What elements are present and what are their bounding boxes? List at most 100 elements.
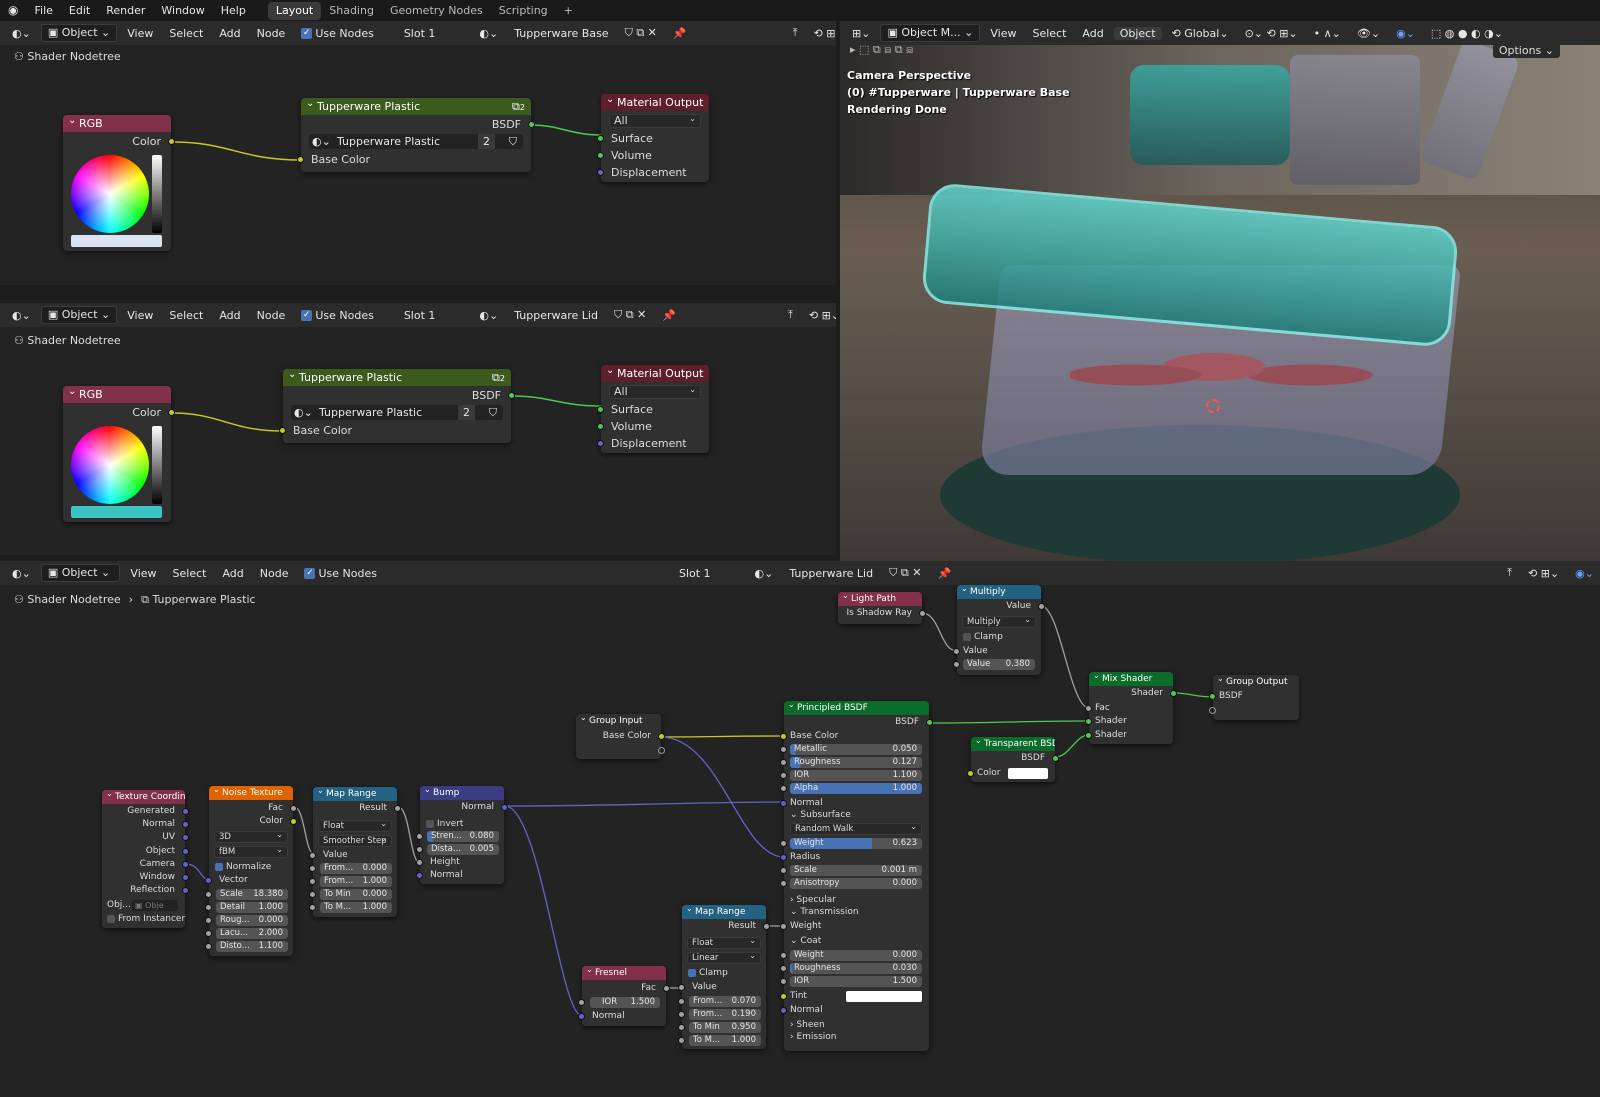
value-socket[interactable] [309,852,316,859]
ior-field[interactable]: IOR 1.100 [790,770,922,781]
principled-bsdf-node[interactable]: Principled BSDF BSDF Base Color Metallic… [780,701,933,1051]
value-output-socket[interactable] [1038,603,1045,610]
fresnel-node[interactable]: Fresnel Fac IOR 1.500 Normal [578,966,670,1026]
subsurface-weight-socket[interactable] [780,840,787,847]
distance-socket[interactable] [416,846,423,853]
from-max-field[interactable]: From... 0.190 [689,1009,761,1020]
coat-weight-socket[interactable] [780,952,787,959]
coat-normal-socket[interactable] [780,1007,787,1014]
fake-user-icon[interactable]: ⛉ ⧉ ✕ [619,26,663,40]
coat-ior-field[interactable]: IOR 1.500 [790,976,922,987]
normalize-row[interactable]: Normalize [209,861,293,874]
map-range-header[interactable]: Map Range [313,787,397,801]
use-nodes-checkbox[interactable]: ✓ Use Nodes [298,567,383,580]
proportional-edit-icon[interactable]: • ∧⌄ [1308,27,1347,40]
value-field-socket[interactable] [953,661,960,668]
fac-socket[interactable] [290,805,297,812]
interpolation-dropdown[interactable]: Smoother Step [318,834,392,847]
value-field[interactable]: Value 0.380 [963,659,1035,670]
snap-icon[interactable]: ⟲ ⊞⌄ [807,27,836,40]
material-output-node[interactable]: Material Output All Surface Volume Displ… [597,94,709,182]
tab-geometry-nodes[interactable]: Geometry Nodes [382,2,491,20]
map-range-header[interactable]: Map Range [682,905,766,919]
base-color-socket[interactable] [780,733,787,740]
subsurface-scale-field[interactable]: Scale 0.001 m [790,865,922,876]
material-output-header[interactable]: Material Output [601,365,709,382]
menu-select[interactable]: Select [163,27,209,40]
from-min-socket[interactable] [309,865,316,872]
slot-dropdown[interactable]: Slot 1 [398,309,442,322]
data-type-dropdown[interactable]: Float [687,936,761,949]
coat-roughness-socket[interactable] [780,965,787,972]
from-min-field[interactable]: From... 0.000 [320,863,392,874]
generated-socket[interactable] [182,808,189,815]
empty-input-socket[interactable] [1209,707,1216,714]
material-icon[interactable]: ◐⌄ [473,27,504,40]
radius-socket[interactable] [780,854,787,861]
material-icon[interactable]: ◐⌄ [749,567,780,580]
fake-user-icon[interactable]: ⛉ ⧉ ✕ [883,566,927,580]
value-input-socket[interactable] [953,648,960,655]
material-name-field[interactable]: Tupperware Base [508,27,614,40]
menu-add[interactable]: Add [216,567,249,580]
distortion-field[interactable]: Disto... 1.100 [216,941,288,952]
use-nodes-checkbox[interactable]: ✓ Use Nodes [295,309,380,322]
node-group-selector[interactable]: ◐⌄ Tupperware Plastic 2 ⛉ [309,134,523,149]
from-instancer-checkbox[interactable] [107,914,115,923]
map-range-node-1[interactable]: Map Range Result Float Smoother Step Val… [309,787,401,917]
bsdf-output-socket[interactable] [508,392,515,399]
group-node[interactable]: Tupperware Plastic ⧉2 BSDF ◐⌄ Tupperware P… [279,369,515,443]
distance-field[interactable]: Dista... 0.005 [427,844,499,855]
color-swatch[interactable] [71,506,162,518]
menu-node[interactable]: Node [251,27,292,40]
fac-output-socket[interactable] [663,985,670,992]
fake-user-icon[interactable]: ⛉ ⧉ ✕ [608,308,652,322]
shading-mode-icons[interactable]: ⬚ ◍ ● ◐ ◑⌄ [1425,27,1509,40]
shield-icon[interactable]: ⛉ [489,405,497,420]
menu-file[interactable]: File [26,0,60,21]
noise-type-dropdown[interactable]: fBM [214,845,288,858]
slot-dropdown[interactable]: Slot 1 [673,567,717,580]
material-name-field[interactable]: Tupperware Lid [783,567,879,580]
normal-output-socket[interactable] [501,804,508,811]
overlay-icon[interactable]: ◉⌄ [1569,567,1600,580]
tab-layout[interactable]: Layout [267,1,322,20]
viewport-toolbar-icons[interactable]: ▸ ⬚ ⧉ ⧈ ⧉ ⧈ [850,43,913,59]
texture-coordinate-node[interactable]: Texture Coordin... Generated Normal UV O… [102,790,189,928]
group-node-header[interactable]: Tupperware Plastic ⧉2 [301,98,531,115]
menu-edit[interactable]: Edit [61,0,98,21]
shader-input-socket-1[interactable] [1085,718,1092,725]
principled-bsdf-header[interactable]: Principled BSDF [784,701,929,715]
menu-view[interactable]: View [984,27,1022,40]
base-color-input-socket[interactable] [297,156,304,163]
normal-socket[interactable] [780,800,787,807]
object-mode-dropdown[interactable]: ▣ Object ⌄ [40,24,118,42]
editor-type-icon[interactable]: ◐⌄ [6,567,37,580]
coat-weight-field[interactable]: Weight 0.000 [790,950,922,961]
menu-select[interactable]: Select [163,309,209,322]
window-socket[interactable] [182,874,189,881]
rgb-node[interactable]: RGB Color [63,386,175,522]
multiply-header[interactable]: Multiply [957,585,1041,599]
to-max-socket[interactable] [309,904,316,911]
clamp-checkbox[interactable] [963,632,971,641]
material-name-field[interactable]: Tupperware Lid [508,309,604,322]
menu-object[interactable]: Object [1113,26,1162,40]
editor-type-icon[interactable]: ◐⌄ [6,309,37,322]
invert-checkbox[interactable] [426,819,434,828]
result-socket[interactable] [394,805,401,812]
subsurface-panel[interactable]: ⌄ Subsurface [784,809,929,822]
displacement-input-socket[interactable] [597,440,604,447]
3d-cursor-icon[interactable] [1206,399,1220,413]
transmission-panel[interactable]: ⌄ Transmission [784,906,929,919]
to-min-field[interactable]: To Min 0.000 [320,889,392,900]
node-group-selector[interactable]: ◐⌄ Tupperware Plastic 2 ⛉ [291,405,503,420]
group-node-header[interactable]: Tupperware Plastic ⧉2 [283,369,511,386]
menu-select[interactable]: Select [1026,27,1072,40]
anisotropy-socket[interactable] [780,880,787,887]
to-min-socket[interactable] [678,1024,685,1031]
uv-socket[interactable] [182,834,189,841]
lacunarity-field[interactable]: Lacu... 2.000 [216,928,288,939]
menu-node[interactable]: Node [251,309,292,322]
group-output-header[interactable]: Group Output [1213,675,1299,689]
